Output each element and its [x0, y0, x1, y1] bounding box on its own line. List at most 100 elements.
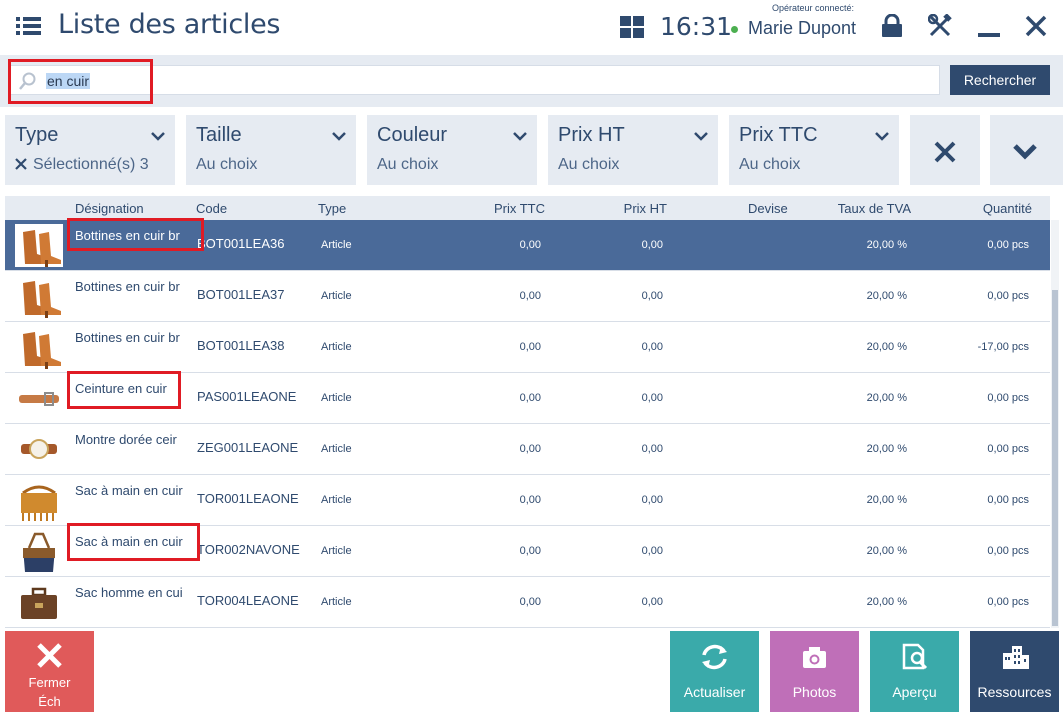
clear-selection-icon[interactable]	[15, 158, 27, 170]
cell-quantity: 0,00 pcs	[987, 290, 1029, 302]
grid-view-icon[interactable]	[620, 16, 644, 38]
filter-type[interactable]: Type Sélectionné(s) 3	[5, 115, 175, 185]
close-exchange-button[interactable]: Fermer Éch	[5, 631, 94, 712]
cell-vat-rate: 20,00 %	[866, 341, 907, 353]
filter-row: Type Sélectionné(s) 3 Taille Au choix Co…	[0, 107, 1063, 192]
preview-button[interactable]: Aperçu	[870, 631, 959, 712]
cell-vat-rate: 20,00 %	[866, 443, 907, 455]
chevron-down-icon	[332, 132, 346, 141]
cell-type: Article	[321, 290, 352, 302]
table-row[interactable]: Sac à main en cuir TOR001LEAONE Article 0,0…	[5, 475, 1050, 526]
cell-quantity: -17,00 pcs	[977, 341, 1029, 353]
operator-name[interactable]: Marie Dupont	[748, 18, 856, 39]
cell-price-ht: 0,00	[641, 239, 663, 251]
tools-icon[interactable]	[928, 14, 952, 38]
filter-size[interactable]: Taille Au choix	[186, 115, 356, 185]
cell-code: ZEG001LEAONE	[197, 440, 299, 455]
chevron-down-icon	[1013, 144, 1037, 160]
cell-price-ht: 0,00	[641, 392, 663, 404]
handbag-icon	[23, 532, 55, 572]
clock: 16:31	[660, 12, 733, 41]
button-label: Ressources	[977, 684, 1052, 700]
clear-filters-button[interactable]	[910, 115, 980, 185]
filter-subtitle-text: Sélectionné(s) 3	[33, 156, 149, 173]
cell-price-ttc: 0,00	[519, 392, 541, 404]
cell-vat-rate: 20,00 %	[866, 596, 907, 608]
column-header[interactable]: Prix HT	[595, 201, 667, 216]
cell-quantity: 0,00 pcs	[987, 392, 1029, 404]
filter-subtitle: Au choix	[196, 156, 258, 173]
cell-type: Article	[321, 392, 352, 404]
filter-subtitle: Sélectionné(s) 3	[15, 156, 149, 174]
cell-price-ht: 0,00	[641, 290, 663, 302]
cell-quantity: 0,00 pcs	[987, 545, 1029, 557]
search-button[interactable]: Rechercher	[950, 65, 1050, 95]
column-header[interactable]: Quantité	[955, 201, 1032, 216]
button-label: Aperçu	[892, 684, 937, 700]
cell-quantity: 0,00 pcs	[987, 596, 1029, 608]
close-icon	[934, 141, 956, 163]
resources-button[interactable]: Ressources	[970, 631, 1059, 712]
cell-type: Article	[321, 596, 352, 608]
photos-button[interactable]: Photos	[770, 631, 859, 712]
annotation-highlight	[67, 523, 200, 561]
cell-type: Article	[321, 239, 352, 251]
filter-title: Type	[15, 124, 59, 146]
cell-type: Article	[321, 341, 352, 353]
chevron-down-icon	[694, 132, 708, 141]
cell-price-ttc: 0,00	[519, 596, 541, 608]
minimize-icon[interactable]	[977, 14, 1001, 38]
cell-code: PAS001LEAONE	[197, 389, 297, 404]
search-bar: en cuir Rechercher	[0, 55, 1063, 107]
filter-subtitle: Au choix	[377, 156, 439, 173]
refresh-button[interactable]: Actualiser	[670, 631, 759, 712]
table-row[interactable]: Bottines en cuir br BOT001LEA38 Article 0,0…	[5, 322, 1050, 373]
fringe-bag-icon	[21, 485, 57, 521]
scrollbar-thumb[interactable]	[1052, 290, 1058, 626]
table-header: Désignation Code Type Prix TTC Prix HT D…	[5, 196, 1050, 220]
cell-quantity: 0,00 pcs	[987, 494, 1029, 506]
filter-color[interactable]: Couleur Au choix	[367, 115, 537, 185]
filter-title: Couleur	[377, 124, 448, 146]
annotation-highlight	[8, 59, 153, 104]
close-icon	[37, 643, 62, 668]
operator-label: Opérateur connecté:	[772, 3, 855, 13]
menu-icon[interactable]	[16, 16, 41, 36]
cell-vat-rate: 20,00 %	[866, 494, 907, 506]
table-row[interactable]: Montre dorée ceir ZEG001LEAONE Article 0,00…	[5, 424, 1050, 475]
column-header[interactable]: Type	[318, 201, 346, 216]
buildings-icon	[1003, 646, 1029, 669]
expand-filters-button[interactable]	[990, 115, 1063, 185]
refresh-icon	[702, 644, 727, 670]
annotation-highlight	[67, 218, 204, 251]
filter-price-ttc[interactable]: Prix TTC Au choix	[729, 115, 899, 185]
cell-designation: Bottines en cuir br	[75, 330, 180, 345]
cell-designation: Montre dorée ceir	[75, 432, 177, 447]
column-header[interactable]: Taux de TVA	[825, 201, 911, 216]
column-header[interactable]: Désignation	[75, 201, 144, 216]
filter-price-ht[interactable]: Prix HT Au choix	[548, 115, 718, 185]
cell-code: BOT001LEA37	[197, 287, 285, 302]
column-header[interactable]: Devise	[748, 201, 788, 216]
column-header[interactable]: Prix TTC	[475, 201, 545, 216]
cell-quantity: 0,00 pcs	[987, 239, 1029, 251]
cell-designation: Bottines en cuir br	[75, 279, 180, 294]
column-header[interactable]: Code	[196, 201, 227, 216]
cell-vat-rate: 20,00 %	[866, 290, 907, 302]
button-label: Photos	[792, 684, 837, 700]
button-label: Fermer Éch	[28, 675, 71, 709]
camera-icon	[803, 647, 826, 668]
cell-price-ht: 0,00	[641, 596, 663, 608]
cell-vat-rate: 20,00 %	[866, 239, 907, 251]
cell-code: BOT001LEA36	[197, 236, 285, 251]
close-window-icon[interactable]	[1024, 14, 1048, 38]
table-row[interactable]: Bottines en cuir br BOT001LEA37 Article 0,0…	[5, 271, 1050, 322]
chevron-down-icon	[513, 132, 527, 141]
belt-icon	[19, 392, 59, 406]
cell-type: Article	[321, 443, 352, 455]
lock-icon[interactable]	[881, 14, 903, 38]
cell-price-ttc: 0,00	[519, 239, 541, 251]
table-row[interactable]: Sac homme en cui TOR004LEAONE Article 0,00 0…	[5, 577, 1050, 628]
filter-title: Prix TTC	[739, 124, 818, 146]
cell-vat-rate: 20,00 %	[866, 545, 907, 557]
